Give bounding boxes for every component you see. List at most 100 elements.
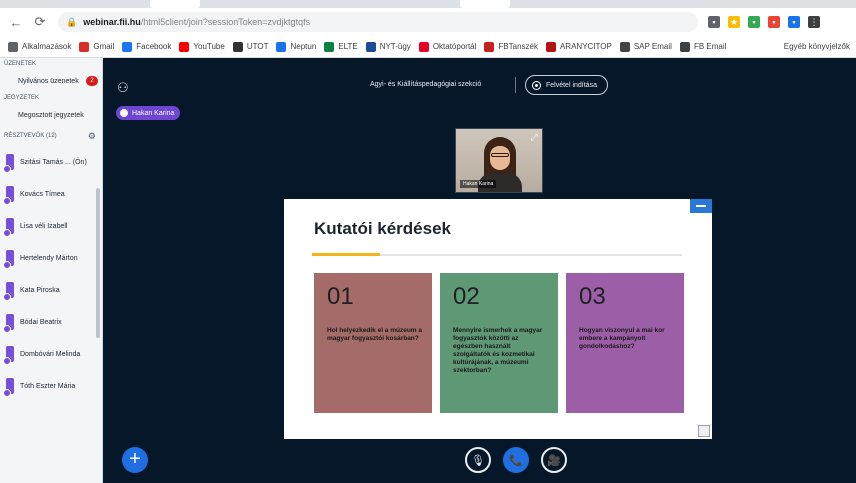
url-path: /html5client/join?sessionToken=zvdjktgtq…	[140, 17, 311, 27]
browser-toolbar: ← ⟳ 🔒 webinar.fii.hu /html5client/join?s…	[0, 8, 856, 36]
other-bookmarks[interactable]: Egyéb könyvjelzők	[784, 42, 850, 51]
mute-microphone-button[interactable]: 🎙	[465, 447, 491, 473]
bookmark-favicon-icon	[545, 41, 556, 52]
extension-blue-icon[interactable]: ▪	[788, 16, 800, 28]
user-list: Szitási Tamás ... (Ön) Kovács Tímea Lisa v…	[0, 146, 102, 402]
user-name: Lisa véli Izabell	[20, 222, 68, 230]
bookmark-label: Oktatóportál	[432, 42, 477, 51]
bookmark-label: FB Email	[693, 42, 727, 51]
card-number: 01	[327, 283, 354, 310]
user-list-item[interactable]: Bódai Beatrix	[0, 306, 102, 338]
record-icon	[532, 80, 541, 90]
card-number: 03	[579, 283, 606, 310]
meeting-title: Agyi- és Kiállításpedagógiai szekció	[370, 81, 482, 88]
puzzle-icon[interactable]: ▪	[708, 16, 720, 28]
camera-icon: 🎥	[547, 454, 561, 467]
bookmark-favicon-icon	[122, 41, 133, 52]
avatar	[3, 346, 14, 365]
panel-scrollbar[interactable]	[96, 188, 100, 338]
user-list-item[interactable]: Kata Piroska	[0, 274, 102, 306]
bookmark-item[interactable]: YouTube	[179, 41, 225, 52]
extension-red-icon[interactable]: ▪	[768, 16, 780, 28]
shared-notes-item[interactable]: Megosztott jegyzetek	[0, 104, 102, 126]
bookmark-label: Alkalmazások	[22, 42, 72, 51]
title-underline	[312, 253, 682, 256]
bookmark-item[interactable]: Facebook	[122, 41, 172, 52]
bookmark-label: FBTanszék	[498, 42, 538, 51]
bookmark-item[interactable]: Neptun	[276, 41, 317, 52]
user-list-item[interactable]: Lisa véli Izabell	[0, 210, 102, 242]
lock-icon: 🔒	[66, 16, 78, 27]
users-section-label: Résztvevők (12)	[4, 133, 57, 139]
user-list-item[interactable]: Szitási Tamás ... (Ön)	[0, 146, 102, 178]
slide-title: Kutatói kérdések	[314, 219, 451, 238]
star-icon[interactable]: ★	[728, 16, 740, 28]
fullscreen-icon[interactable]: ⤢	[529, 132, 539, 142]
start-recording-label: Felvétel indítása	[546, 81, 597, 89]
start-recording-button[interactable]: Felvétel indítása	[525, 75, 608, 95]
avatar	[3, 186, 14, 205]
bookmark-favicon-icon	[619, 41, 630, 52]
bookmark-item[interactable]: FB Email	[679, 41, 727, 52]
bookmark-item[interactable]: NYT-ügy	[365, 41, 411, 52]
card-question: Hol helyezkedik el a múzeum a magyar fog…	[327, 327, 423, 342]
webcam-name-tag: Hakan Karina	[460, 180, 497, 188]
menu-dots-icon[interactable]: ⋮	[808, 16, 820, 28]
bookmark-favicon-icon	[232, 41, 243, 52]
user-list-item[interactable]: Kovács Tímea	[0, 178, 102, 210]
extension-icons: ▪ ★ ▪ ▪ ▪ ⋮	[708, 16, 820, 28]
share-camera-button[interactable]: 🎥	[541, 447, 567, 473]
user-name: Szitási Tamás ... (Ön)	[20, 158, 87, 166]
user-list-item[interactable]: Hertelendy Márton	[0, 242, 102, 274]
bookmark-label: Facebook	[136, 42, 172, 51]
bookmark-favicon-icon	[79, 41, 90, 52]
user-list-item[interactable]: Dombóvári Melinda	[0, 338, 102, 370]
bookmark-label: NYT-ügy	[379, 42, 411, 51]
bookmark-item[interactable]: Alkalmazások	[8, 41, 72, 52]
bookmark-item[interactable]: SAP Email	[619, 41, 672, 52]
avatar	[3, 154, 14, 173]
actions-plus-button[interactable]: +	[122, 447, 148, 473]
question-card-2: 02 Mennyire ismerhek a magyar fogyasztók…	[440, 273, 558, 413]
bookmark-item[interactable]: ELTE	[324, 41, 358, 52]
bookmark-item[interactable]: Oktatóportál	[418, 41, 477, 52]
user-name: Kata Piroska	[20, 286, 60, 294]
bookmark-favicon-icon	[8, 41, 18, 52]
bookmark-favicon-icon	[484, 41, 495, 52]
bookmark-item[interactable]: UTOT	[232, 41, 269, 52]
user-name: Tóth Eszter Mária	[20, 382, 76, 390]
microphone-icon: 🎙	[471, 454, 485, 467]
card-question: Mennyire ismerhek a magyar fogyasztók kö…	[453, 327, 543, 374]
browser-tab[interactable]	[150, 0, 200, 8]
gear-icon[interactable]: ⚙	[88, 131, 96, 142]
bookmark-label: ARANYCITOP	[559, 42, 612, 51]
browser-tab-strip	[0, 0, 856, 8]
avatar	[3, 218, 14, 237]
bookmark-item[interactable]: FBTanszék	[484, 41, 538, 52]
user-list-item[interactable]: Tóth Eszter Mária	[0, 370, 102, 402]
presenter-badge: Hakan Karina	[116, 106, 181, 120]
reload-icon[interactable]: ⟳	[32, 14, 48, 30]
card-number: 02	[453, 283, 480, 310]
bookmark-label: Neptun	[290, 42, 317, 51]
fullscreen-slide-icon[interactable]	[698, 425, 710, 437]
leave-audio-button[interactable]: 📞	[503, 447, 529, 473]
browser-tab-active[interactable]	[460, 0, 510, 8]
shared-notes-label: Megosztott jegyzetek	[18, 111, 84, 119]
extension-green-icon[interactable]: ▪	[748, 16, 760, 28]
user-name: Kovács Tímea	[20, 190, 65, 198]
public-chat-item[interactable]: Nyilvános üzenetek 2	[0, 70, 102, 92]
url-domain: webinar.fii.hu	[83, 17, 141, 27]
address-bar[interactable]: 🔒 webinar.fii.hu /html5client/join?sessi…	[58, 12, 698, 32]
bookmark-favicon-icon	[276, 41, 287, 52]
bookmark-item[interactable]: Gmail	[79, 41, 114, 52]
webcam-tile[interactable]: Hakan Karina ⤢	[455, 128, 543, 193]
bookmark-item[interactable]: ARANYCITOP	[545, 41, 612, 52]
avatar	[3, 250, 14, 269]
bookmark-label: ELTE	[338, 42, 358, 51]
presenter-icon[interactable]: ⚇	[117, 80, 129, 96]
bookmark-label: UTOT	[246, 42, 269, 51]
back-icon[interactable]: ←	[8, 14, 24, 30]
minimize-presentation-icon[interactable]	[690, 199, 712, 213]
user-name: Dombóvári Melinda	[20, 350, 81, 358]
